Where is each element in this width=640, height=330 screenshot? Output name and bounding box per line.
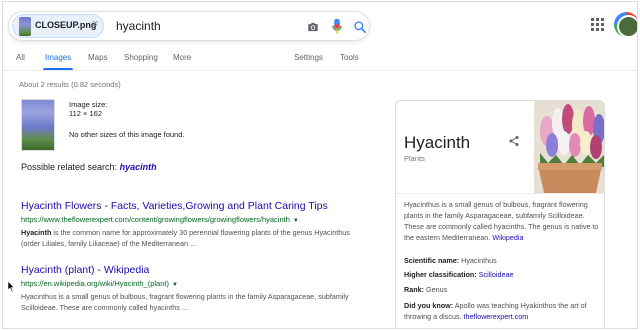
kp-description-source-link[interactable]: Wikipedia <box>492 233 523 242</box>
search-bar[interactable]: CLOSEUP.png × hyacinth <box>8 11 370 41</box>
kp-fact-value: Genus <box>425 285 448 294</box>
result-title-link[interactable]: Hyacinth (plant) - Wikipedia <box>21 264 351 276</box>
mouse-cursor-icon <box>8 281 15 292</box>
microphone-icon[interactable] <box>331 18 343 35</box>
result-url[interactable]: https://en.wikipedia.org/wiki/Hyacinth_(… <box>21 279 351 288</box>
snippet-bold-term: Hyacinth <box>21 228 52 237</box>
search-result: Hyacinth Flowers - Facts, Varieties,Grow… <box>21 200 351 249</box>
tab-all[interactable]: All <box>16 53 25 62</box>
kp-fact-scientific-name: Scientific name: Hyacinthus <box>404 256 602 266</box>
tab-tools[interactable]: Tools <box>340 53 359 62</box>
result-url-text[interactable]: https://www.theflowerexpert.com/content/… <box>21 215 290 224</box>
kp-fact-label: Rank: <box>404 285 424 294</box>
snippet-line-2: Scilloideae. These are commonly called h… <box>21 303 188 312</box>
related-search-prefix: Possible related search: <box>21 162 118 172</box>
kp-fact-value-link[interactable]: Scilloideae <box>479 270 514 279</box>
other-sizes-note: No other sizes of this image found. <box>69 130 185 139</box>
search-tabs: All Images Maps Shopping More Settings T… <box>3 48 637 71</box>
camera-icon[interactable] <box>306 20 320 34</box>
kp-title: Hyacinth <box>404 133 471 152</box>
caret-down-icon[interactable]: ▼ <box>293 218 299 224</box>
image-size-label: Image size: <box>69 100 108 109</box>
search-result: Hyacinth (plant) - Wikipedia https://en.… <box>21 264 351 313</box>
tab-images[interactable]: Images <box>45 53 71 62</box>
kp-fact-label: Higher classification: <box>404 270 477 279</box>
apps-grid-icon[interactable] <box>591 18 604 31</box>
result-url[interactable]: https://www.theflowerexpert.com/content/… <box>21 215 351 224</box>
tab-shopping[interactable]: Shopping <box>124 53 158 62</box>
kp-did-you-know-label: Did you know: <box>404 301 454 310</box>
chip-thumbnail <box>19 17 31 36</box>
result-snippet: Hyacinth is the common name for approxim… <box>21 227 351 249</box>
account-avatar[interactable] <box>614 12 637 38</box>
hyacinth-photo[interactable] <box>534 101 605 193</box>
related-search-link[interactable]: hyacinth <box>120 162 157 172</box>
search-input[interactable]: hyacinth <box>116 19 161 33</box>
chip-filename: CLOSEUP.png <box>35 20 97 30</box>
share-icon[interactable] <box>508 135 520 147</box>
knowledge-panel: Hyacinth Plants Hyacinthus is a small ge… <box>395 100 605 328</box>
snippet-line-2: (order Liliales, family Liliaceae) of th… <box>21 239 196 248</box>
search-icon[interactable] <box>353 20 367 34</box>
kp-fact-value: Hyacinthus <box>461 256 497 265</box>
result-title-link[interactable]: Hyacinth Flowers - Facts, Varieties,Grow… <box>21 200 351 212</box>
kp-did-you-know: Did you know: Apollo was teaching Hyakin… <box>404 300 602 322</box>
snippet-line-1: Hyacinthus is a small genus of bulbous, … <box>21 292 349 301</box>
kp-fact-label: Scientific name: <box>404 256 460 265</box>
image-size-value: 112 × 162 <box>69 109 103 118</box>
snippet-line-1: is the common name for approximately 30 … <box>51 228 350 237</box>
tab-maps[interactable]: Maps <box>88 53 108 62</box>
query-image-thumbnail[interactable] <box>21 99 55 151</box>
tabs-divider <box>3 70 637 71</box>
image-query-chip[interactable]: CLOSEUP.png × <box>12 14 104 38</box>
caret-down-icon[interactable]: ▼ <box>172 282 178 288</box>
tab-more[interactable]: More <box>173 53 191 62</box>
kp-did-you-know-source-link[interactable]: theflowerexpert.com <box>464 312 529 321</box>
related-search: Possible related search: hyacinth <box>21 162 157 172</box>
tab-settings[interactable]: Settings <box>294 53 323 62</box>
kp-description: Hyacinthus is a small genus of bulbous, … <box>404 199 600 243</box>
kp-fact-higher-classification: Higher classification: Scilloideae <box>404 270 602 280</box>
browser-page: CLOSEUP.png × hyacinth All Images Maps S… <box>2 1 638 329</box>
result-stats: About 2 results (0.82 seconds) <box>19 80 121 89</box>
kp-subtitle: Plants <box>404 154 425 163</box>
chip-close-icon[interactable]: × <box>92 18 98 30</box>
kp-divider <box>396 193 604 194</box>
result-url-text[interactable]: https://en.wikipedia.org/wiki/Hyacinth_(… <box>21 279 169 288</box>
kp-fact-rank: Rank: Genus <box>404 285 602 295</box>
result-snippet: Hyacinthus is a small genus of bulbous, … <box>21 291 351 313</box>
